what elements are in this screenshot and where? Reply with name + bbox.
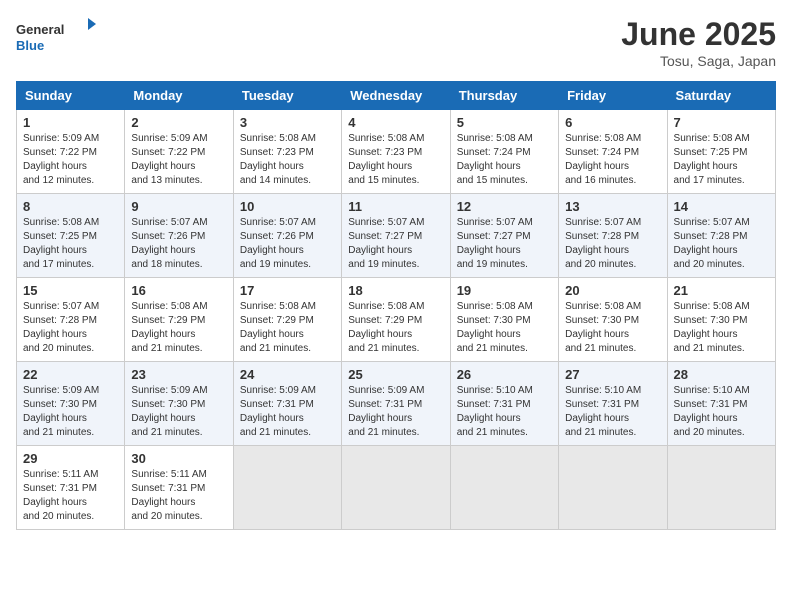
svg-text:General: General — [16, 22, 64, 37]
table-cell: 22Sunrise: 5:09 AMSunset: 7:30 PMDayligh… — [17, 362, 125, 446]
table-cell: 15Sunrise: 5:07 AMSunset: 7:28 PMDayligh… — [17, 278, 125, 362]
table-cell: 1Sunrise: 5:09 AMSunset: 7:22 PMDaylight… — [17, 110, 125, 194]
table-cell: 2Sunrise: 5:09 AMSunset: 7:22 PMDaylight… — [125, 110, 233, 194]
col-saturday: Saturday — [667, 82, 775, 110]
header-row: Sunday Monday Tuesday Wednesday Thursday… — [17, 82, 776, 110]
table-cell: 27Sunrise: 5:10 AMSunset: 7:31 PMDayligh… — [559, 362, 667, 446]
table-cell: 18Sunrise: 5:08 AMSunset: 7:29 PMDayligh… — [342, 278, 450, 362]
table-cell: 16Sunrise: 5:08 AMSunset: 7:29 PMDayligh… — [125, 278, 233, 362]
table-cell: 19Sunrise: 5:08 AMSunset: 7:30 PMDayligh… — [450, 278, 558, 362]
table-cell: 11Sunrise: 5:07 AMSunset: 7:27 PMDayligh… — [342, 194, 450, 278]
table-cell: 10Sunrise: 5:07 AMSunset: 7:26 PMDayligh… — [233, 194, 341, 278]
svg-text:Blue: Blue — [16, 38, 44, 53]
calendar-table: Sunday Monday Tuesday Wednesday Thursday… — [16, 81, 776, 530]
col-friday: Friday — [559, 82, 667, 110]
table-cell — [450, 446, 558, 530]
table-cell: 12Sunrise: 5:07 AMSunset: 7:27 PMDayligh… — [450, 194, 558, 278]
table-cell: 29Sunrise: 5:11 AMSunset: 7:31 PMDayligh… — [17, 446, 125, 530]
col-thursday: Thursday — [450, 82, 558, 110]
week-row: 15Sunrise: 5:07 AMSunset: 7:28 PMDayligh… — [17, 278, 776, 362]
col-monday: Monday — [125, 82, 233, 110]
logo: General Blue — [16, 16, 96, 61]
table-cell: 4Sunrise: 5:08 AMSunset: 7:23 PMDaylight… — [342, 110, 450, 194]
week-row: 22Sunrise: 5:09 AMSunset: 7:30 PMDayligh… — [17, 362, 776, 446]
week-row: 8Sunrise: 5:08 AMSunset: 7:25 PMDaylight… — [17, 194, 776, 278]
header: General Blue June 2025 Tosu, Saga, Japan — [16, 16, 776, 69]
table-cell: 28Sunrise: 5:10 AMSunset: 7:31 PMDayligh… — [667, 362, 775, 446]
table-cell — [667, 446, 775, 530]
table-cell: 5Sunrise: 5:08 AMSunset: 7:24 PMDaylight… — [450, 110, 558, 194]
table-cell: 6Sunrise: 5:08 AMSunset: 7:24 PMDaylight… — [559, 110, 667, 194]
table-cell: 25Sunrise: 5:09 AMSunset: 7:31 PMDayligh… — [342, 362, 450, 446]
col-sunday: Sunday — [17, 82, 125, 110]
month-title: June 2025 — [621, 16, 776, 53]
table-cell: 3Sunrise: 5:08 AMSunset: 7:23 PMDaylight… — [233, 110, 341, 194]
table-cell: 7Sunrise: 5:08 AMSunset: 7:25 PMDaylight… — [667, 110, 775, 194]
table-cell — [233, 446, 341, 530]
table-cell: 24Sunrise: 5:09 AMSunset: 7:31 PMDayligh… — [233, 362, 341, 446]
week-row: 29Sunrise: 5:11 AMSunset: 7:31 PMDayligh… — [17, 446, 776, 530]
week-row: 1Sunrise: 5:09 AMSunset: 7:22 PMDaylight… — [17, 110, 776, 194]
logo-svg: General Blue — [16, 16, 96, 61]
table-cell — [342, 446, 450, 530]
title-area: June 2025 Tosu, Saga, Japan — [621, 16, 776, 69]
table-cell: 30Sunrise: 5:11 AMSunset: 7:31 PMDayligh… — [125, 446, 233, 530]
table-cell: 9Sunrise: 5:07 AMSunset: 7:26 PMDaylight… — [125, 194, 233, 278]
table-cell: 23Sunrise: 5:09 AMSunset: 7:30 PMDayligh… — [125, 362, 233, 446]
table-cell: 8Sunrise: 5:08 AMSunset: 7:25 PMDaylight… — [17, 194, 125, 278]
col-tuesday: Tuesday — [233, 82, 341, 110]
table-cell — [559, 446, 667, 530]
table-cell: 26Sunrise: 5:10 AMSunset: 7:31 PMDayligh… — [450, 362, 558, 446]
location-title: Tosu, Saga, Japan — [621, 53, 776, 69]
table-cell: 20Sunrise: 5:08 AMSunset: 7:30 PMDayligh… — [559, 278, 667, 362]
col-wednesday: Wednesday — [342, 82, 450, 110]
table-cell: 21Sunrise: 5:08 AMSunset: 7:30 PMDayligh… — [667, 278, 775, 362]
table-cell: 14Sunrise: 5:07 AMSunset: 7:28 PMDayligh… — [667, 194, 775, 278]
table-cell: 13Sunrise: 5:07 AMSunset: 7:28 PMDayligh… — [559, 194, 667, 278]
table-cell: 17Sunrise: 5:08 AMSunset: 7:29 PMDayligh… — [233, 278, 341, 362]
